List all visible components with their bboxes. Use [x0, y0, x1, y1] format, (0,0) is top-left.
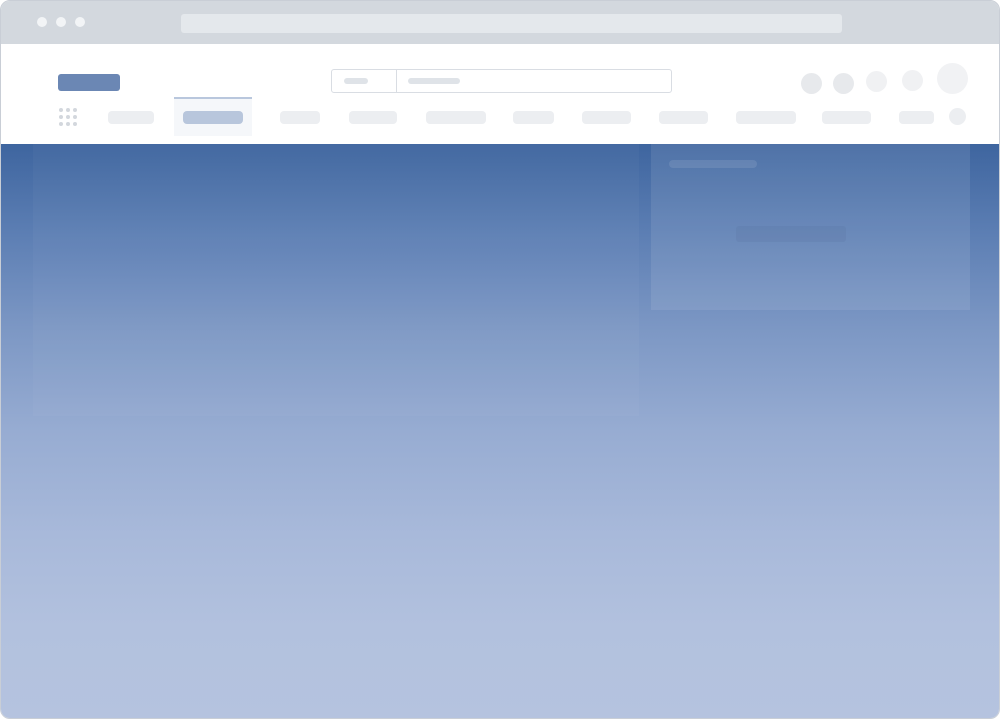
- search-bar[interactable]: [331, 69, 672, 93]
- nav-item-4[interactable]: [349, 111, 397, 124]
- hero-banner: [1, 144, 999, 718]
- avatar[interactable]: [937, 63, 968, 94]
- nav-item-1[interactable]: [108, 111, 154, 124]
- window-minimize-dot[interactable]: [56, 17, 66, 27]
- search-scope-select[interactable]: [332, 70, 397, 92]
- nav-item-7[interactable]: [582, 111, 631, 124]
- notifications-icon[interactable]: [833, 73, 854, 94]
- nav-item-10[interactable]: [822, 111, 871, 124]
- site-logo[interactable]: [58, 74, 120, 91]
- window-maximize-dot[interactable]: [75, 17, 85, 27]
- nav-item-11[interactable]: [899, 111, 934, 124]
- hero-side-panel-title: [669, 160, 757, 168]
- search-input[interactable]: [408, 78, 460, 84]
- nav-more-icon[interactable]: [949, 108, 966, 125]
- site-header: [1, 44, 999, 144]
- settings-icon[interactable]: [902, 70, 923, 91]
- nav-item-6[interactable]: [513, 111, 554, 124]
- apps-grid-icon[interactable]: [59, 108, 79, 128]
- browser-window: [0, 0, 1000, 719]
- nav-item-9[interactable]: [736, 111, 796, 124]
- nav-item-2-active[interactable]: [183, 111, 243, 124]
- nav-item-8[interactable]: [659, 111, 708, 124]
- help-icon[interactable]: [866, 71, 887, 92]
- account-icon[interactable]: [801, 73, 822, 94]
- browser-chrome: [1, 1, 999, 44]
- nav-item-5[interactable]: [426, 111, 486, 124]
- hero-main-panel: [33, 144, 639, 416]
- nav-item-3[interactable]: [280, 111, 320, 124]
- search-scope-value: [344, 78, 368, 84]
- address-bar[interactable]: [181, 14, 842, 33]
- window-close-dot[interactable]: [37, 17, 47, 27]
- hero-side-panel-graphic: [736, 226, 846, 242]
